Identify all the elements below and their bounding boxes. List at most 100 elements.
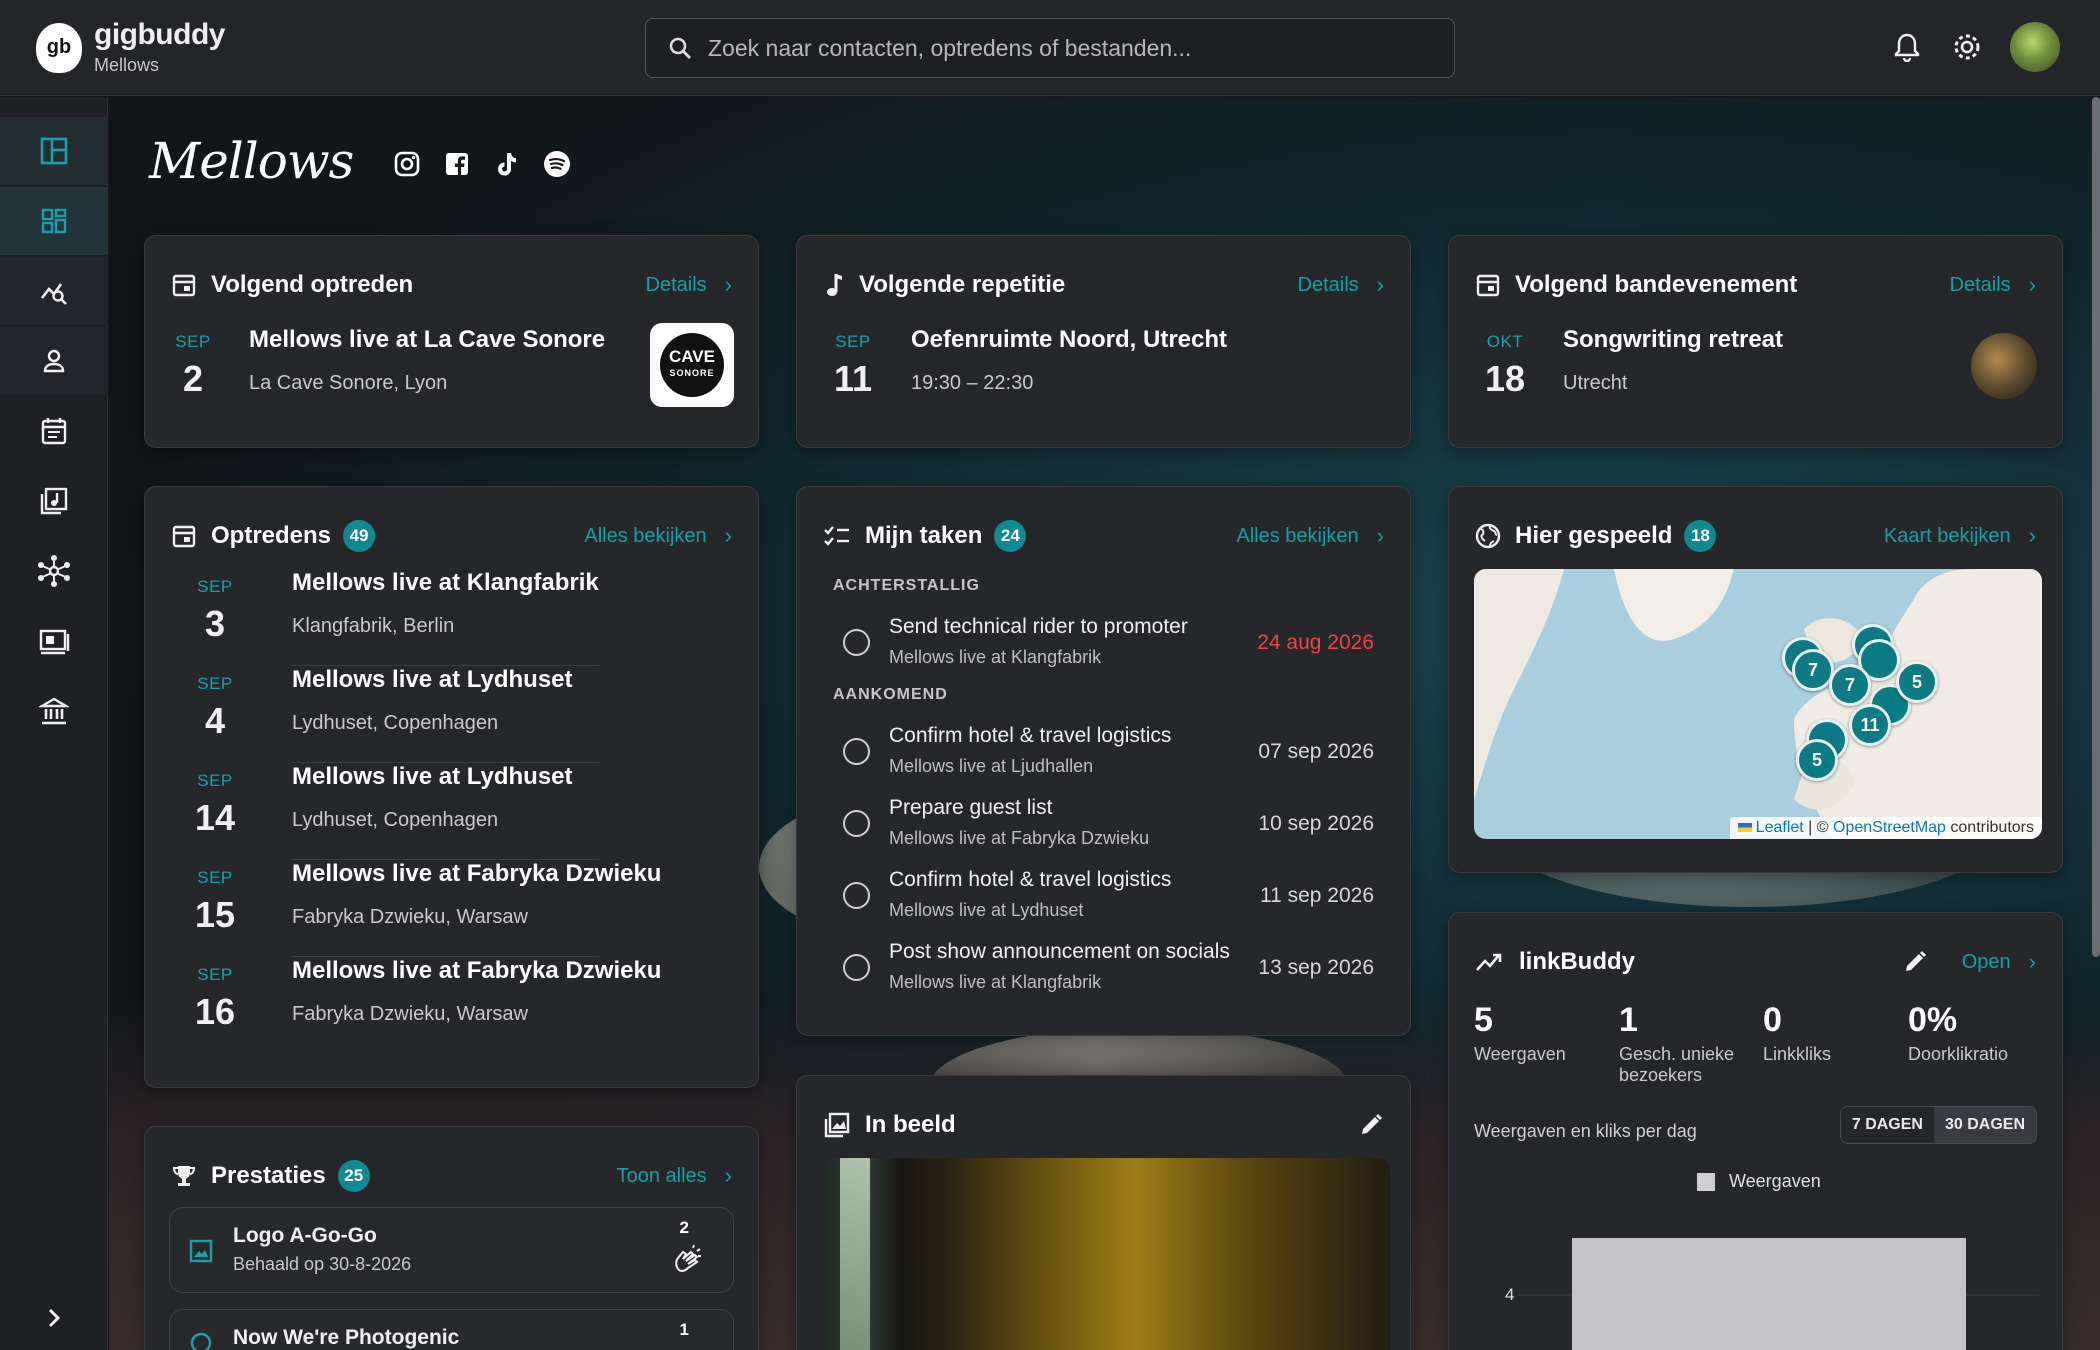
task-row[interactable]: Prepare guest list Mellows live at Fabryk… (827, 796, 1380, 852)
chart-bar[interactable] (1572, 1238, 1966, 1350)
tasks-card: Mijn taken 24 Alles bekijken › ACHTERSTAL… (796, 486, 1411, 1036)
openstreetmap-link[interactable]: OpenStreetMap (1833, 819, 1946, 836)
list-item[interactable]: SEP 15 Mellows live at Fabryka Dzwieku Fabr… (185, 860, 745, 957)
details-link[interactable]: Details › (646, 272, 732, 298)
venue-logo: CAVE SONORE (650, 323, 734, 407)
date-day: 16 (194, 991, 236, 1032)
gig-title[interactable]: Mellows live at Klangfabrik (292, 569, 599, 597)
gear-icon[interactable] (1950, 30, 1984, 64)
gig-title[interactable]: Mellows live at Fabryka Dzwieku (292, 957, 661, 985)
sidebar-item-calendar[interactable] (0, 397, 108, 465)
chevron-right-icon: › (1376, 272, 1384, 297)
spotify-icon[interactable] (541, 148, 573, 180)
facebook-icon[interactable] (441, 148, 473, 180)
list-item[interactable]: SEP 4 Mellows live at Lydhuset Lydhuset, Co… (185, 666, 745, 763)
gig-location: Klangfabrik, Berlin (292, 615, 455, 637)
list-item[interactable]: SEP 14 Mellows live at Lydhuset Lydhuset, C… (185, 763, 745, 860)
gig-title[interactable]: Mellows live at Lydhuset (292, 666, 573, 694)
details-link[interactable]: Details › (1298, 272, 1384, 298)
details-link-label: Details (1297, 273, 1359, 296)
chart-legend[interactable]: Weergaven (1697, 1171, 1821, 1192)
scrollbar[interactable] (2092, 97, 2100, 957)
next-gig-card[interactable]: Volgend optreden Details › SEP 2 Mellows … (144, 235, 759, 448)
rehearsal-location[interactable]: Oefenruimte Noord, Utrecht (911, 326, 1227, 354)
map-cluster-marker[interactable]: 7 (1792, 649, 1834, 691)
count-badge: 25 (337, 1160, 370, 1192)
clapping-hands-icon[interactable] (671, 1244, 703, 1276)
next-rehearsal-card[interactable]: Volgende repetitie Details › SEP 11 Oefen… (796, 235, 1411, 448)
bell-icon[interactable] (1890, 30, 1924, 64)
range-7-days-button[interactable]: 7 DAGEN (1840, 1107, 1934, 1143)
map-cluster-marker[interactable]: 7 (1829, 664, 1871, 706)
achievement-item[interactable]: Logo A-Go-Go Behaald op 30-8-2026 2 (169, 1207, 734, 1293)
sidebar-item-dashboard[interactable] (0, 117, 108, 185)
task-due-date: 24 aug 2026 (1257, 631, 1374, 654)
task-checkbox[interactable] (843, 738, 870, 765)
avatar[interactable] (2010, 22, 2060, 72)
date-month: SEP (175, 332, 211, 351)
sidebar-item-overview[interactable] (0, 187, 108, 255)
map-cluster-marker[interactable]: 5 (1796, 739, 1838, 781)
gig-title[interactable]: Mellows live at Lydhuset (292, 763, 573, 791)
card-title: Volgend optreden (211, 271, 414, 298)
task-due-date: 13 sep 2026 (1258, 956, 1374, 979)
task-row[interactable]: Send technical rider to promoter Mellows … (827, 615, 1380, 671)
brand[interactable]: gb gigbuddy Mellows (36, 19, 596, 76)
sidebar-item-analytics[interactable] (0, 257, 108, 325)
view-all-link[interactable]: Alles bekijken › (584, 523, 732, 549)
task-row[interactable]: Post show announcement on socials Mellows… (827, 940, 1380, 996)
event-location: La Cave Sonore, Lyon (249, 372, 448, 394)
gallery-photo[interactable] (822, 1158, 1390, 1350)
checklist-icon (824, 526, 849, 546)
task-checkbox[interactable] (843, 629, 870, 656)
list-item[interactable]: SEP 16 Mellows live at Fabryka Dzwieku Fabr… (185, 957, 745, 1054)
search-input[interactable] (708, 34, 1408, 62)
date-month: OKT (1486, 332, 1524, 351)
task-row[interactable]: Confirm hotel & travel logistics Mellows … (827, 868, 1380, 924)
date-day: 11 (833, 358, 873, 399)
instagram-icon[interactable] (391, 148, 423, 180)
pencil-icon[interactable] (1902, 949, 1928, 975)
event-title[interactable]: Songwriting retreat (1563, 326, 1783, 354)
task-row[interactable]: Confirm hotel & travel logistics Mellows … (827, 724, 1380, 780)
map-cluster-marker[interactable]: 5 (1896, 661, 1938, 703)
achievement-title: Now We're Photogenic (233, 1326, 460, 1349)
open-link[interactable]: Open › (1902, 949, 2036, 975)
date-month: SEP (197, 674, 233, 693)
show-all-link[interactable]: Toon alles › (617, 1163, 732, 1189)
ukraine-flag-icon (1737, 823, 1752, 832)
view-map-link[interactable]: Kaart bekijken › (1884, 523, 2036, 549)
sidebar-item-network[interactable] (0, 537, 108, 605)
range-30-days-button[interactable]: 30 DAGEN (1933, 1107, 2036, 1143)
map-cluster-marker[interactable]: 11 (1849, 704, 1891, 746)
range-toggle[interactable]: 7 DAGEN 30 DAGEN (1839, 1106, 2037, 1144)
sidebar-item-media[interactable] (0, 607, 108, 675)
gig-title[interactable]: Mellows live at Fabryka Dzwieku (292, 860, 661, 888)
map[interactable]: 7 7 11 5 5 Leaflet | © OpenStreetMap con… (1474, 569, 2042, 839)
task-checkbox[interactable] (843, 810, 870, 837)
gigbuddy-logo-icon: gb (36, 22, 82, 73)
calendar-icon (41, 418, 67, 445)
dashboard-icon (40, 137, 68, 165)
event-location: Utrecht (1563, 372, 1628, 394)
task-checkbox[interactable] (843, 954, 870, 981)
search-box[interactable] (645, 18, 1455, 78)
list-item[interactable]: SEP 3 Mellows live at Klangfabrik Klangfabr… (185, 569, 745, 666)
leaflet-link[interactable]: Leaflet (1756, 819, 1804, 836)
task-checkbox[interactable] (843, 882, 870, 909)
details-link[interactable]: Details › (1950, 272, 2036, 298)
pencil-icon (1362, 1114, 1382, 1134)
sidebar-item-finance[interactable] (0, 677, 108, 745)
gig-location: Fabryka Dzwieku, Warsaw (292, 906, 528, 928)
event-title[interactable]: Mellows live at La Cave Sonore (249, 326, 605, 354)
sidebar-item-contacts[interactable] (0, 327, 108, 395)
tiktok-icon[interactable] (491, 148, 523, 180)
sidebar-item-music[interactable] (0, 467, 108, 535)
achievement-item[interactable]: Now We're Photogenic 1 (169, 1309, 734, 1350)
show-all-label: Toon alles (616, 1164, 707, 1187)
next-band-event-card[interactable]: Volgend bandevenement Details › OKT 18 So… (1448, 235, 2063, 448)
rehearsal-time: 19:30 – 22:30 (911, 372, 1034, 394)
view-all-link[interactable]: Alles bekijken › (1236, 523, 1384, 549)
sidebar-expand-button[interactable] (0, 1306, 108, 1330)
edit-gallery-button[interactable] (1358, 1112, 1384, 1138)
